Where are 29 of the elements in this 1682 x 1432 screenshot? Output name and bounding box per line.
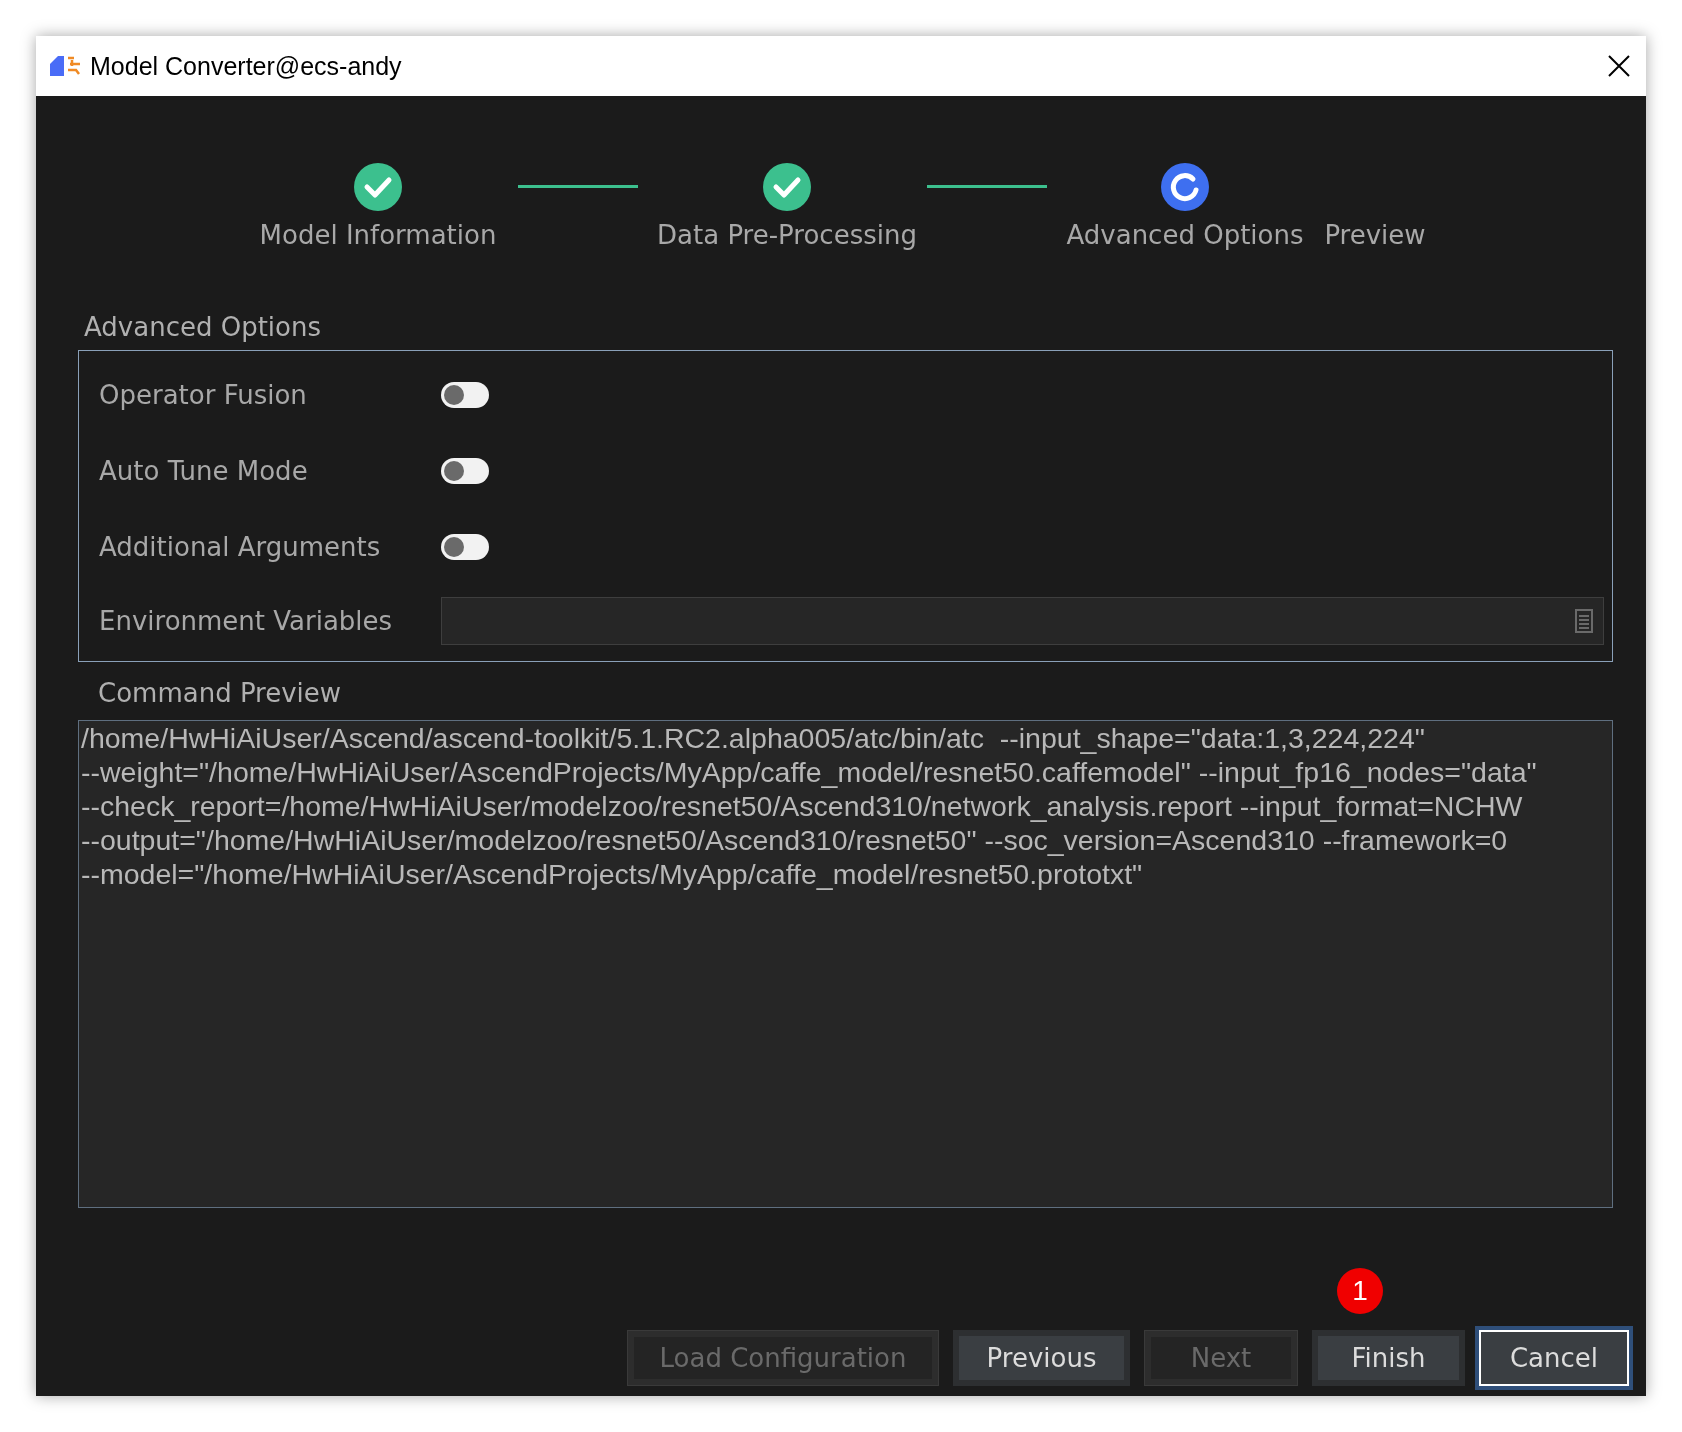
- input-field[interactable]: [441, 597, 1604, 645]
- step-label: Model Information: [259, 220, 497, 250]
- option-label: Environment Variables: [99, 606, 394, 636]
- command-line: /home/HwHiAiUser/Ascend/ascend-toolkit/5.1.RC2.alpha005/atc/bin/atc --input_shape="data:1,3,224,224": [81, 721, 1426, 755]
- option-label: Auto Tune Mode: [99, 456, 309, 486]
- step-label: Data Pre-Processing: [657, 220, 917, 250]
- command-line: --check_report=/home/HwHiAiUser/modelzoo/resnet50/Ascend310/network_analysis.report --input_format=NCHW: [81, 789, 1524, 823]
- section-title: Advanced Options: [84, 312, 322, 342]
- toggle-switch[interactable]: [441, 458, 489, 484]
- command-preview-area[interactable]: [78, 720, 1613, 1208]
- toggle-switch[interactable]: [441, 382, 489, 408]
- check-icon: [763, 163, 811, 211]
- option-label: Additional Arguments: [99, 532, 382, 562]
- option-label: Operator Fusion: [99, 380, 308, 410]
- document-icon: [1575, 609, 1593, 633]
- command-line: --weight="/home/HwHiAiUser/AscendProjects/MyApp/caffe_model/resnet50.caffemodel" --input_fp16_nodes="data": [81, 755, 1538, 789]
- step-label: Advanced Options: [1066, 220, 1304, 250]
- dialog-button[interactable]: Previous: [953, 1330, 1130, 1386]
- annotation-badge: 1: [1337, 1268, 1383, 1314]
- dialog-button[interactable]: Finish: [1312, 1330, 1465, 1386]
- window-title: Model Converter@ecs-andy: [90, 51, 403, 81]
- command-line: --model="/home/HwHiAiUser/AscendProjects/MyApp/caffe_model/resnet50.prototxt": [81, 857, 1144, 891]
- step-label: Preview: [1324, 220, 1426, 250]
- app-icon: [50, 56, 82, 76]
- command-line: --output="/home/HwHiAiUser/modelzoo/resnet50/Ascend310/resnet50" --soc_version=Ascend310 --framework=0: [81, 823, 1509, 857]
- toggle-switch[interactable]: [441, 534, 489, 560]
- section-title: Command Preview: [98, 678, 343, 708]
- progress-icon: [1161, 163, 1209, 211]
- check-icon: [354, 163, 402, 211]
